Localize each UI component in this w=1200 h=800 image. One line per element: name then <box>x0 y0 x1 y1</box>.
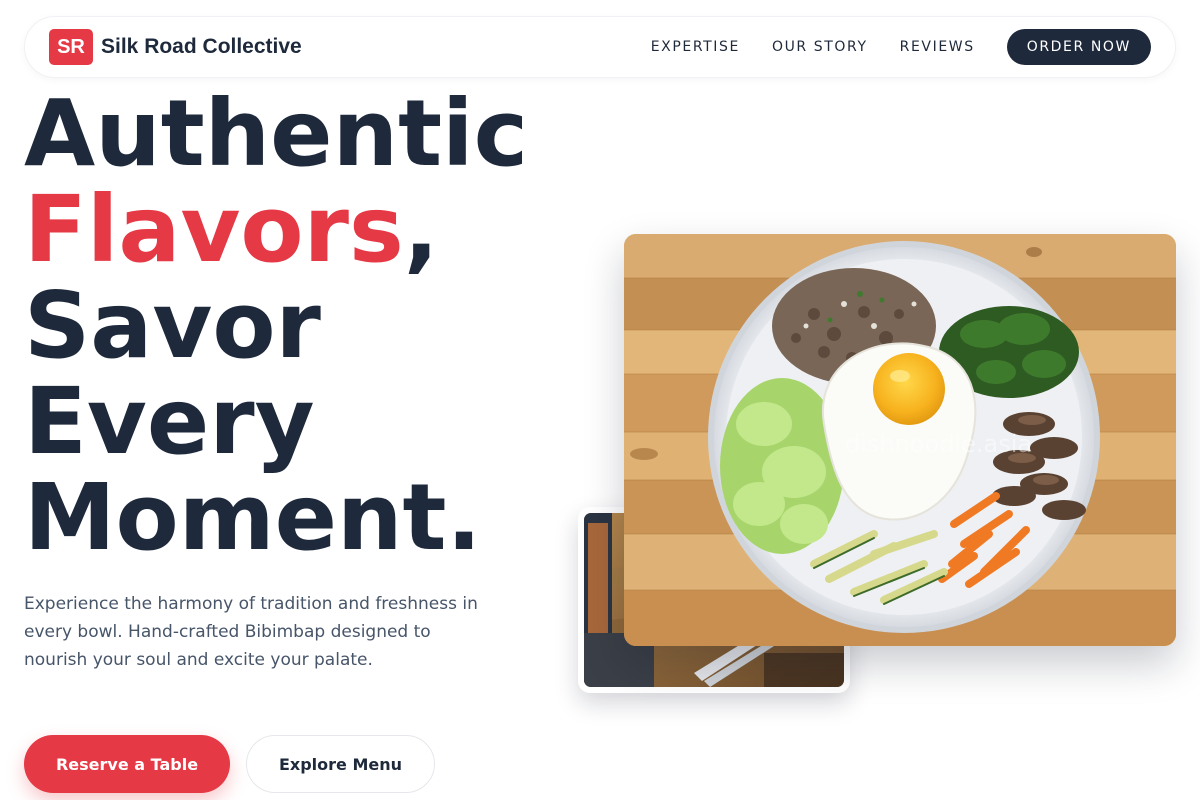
brand[interactable]: SR Silk Road Collective <box>49 29 302 65</box>
explore-menu-button[interactable]: Explore Menu <box>246 735 435 793</box>
headline-accent-word: Flavors <box>24 176 404 283</box>
headline-comma: , <box>403 176 439 283</box>
nav-links: EXPERTISE OUR STORY REVIEWS ORDER NOW <box>651 29 1151 65</box>
bibimbap-illustration <box>624 234 1176 646</box>
hero-headline: Authentic Flavors, Savor Every Moment. <box>24 86 584 566</box>
order-now-button[interactable]: ORDER NOW <box>1006 29 1151 65</box>
headline-line-1: Authentic <box>24 80 529 187</box>
hero-description: Experience the harmony of tradition and … <box>24 594 478 670</box>
bibimbap-photo <box>624 234 1176 646</box>
headline-line-4: Every <box>24 368 315 475</box>
nav-link-reviews[interactable]: REVIEWS <box>900 39 975 55</box>
headline-line-5: Moment. <box>24 464 482 571</box>
nav-link-our-story[interactable]: OUR STORY <box>772 39 868 55</box>
brand-name[interactable]: Silk Road Collective <box>101 35 302 59</box>
nav-link-expertise[interactable]: EXPERTISE <box>651 39 740 55</box>
reserve-table-button[interactable]: Reserve a Table <box>24 735 230 793</box>
brand-logo[interactable]: SR <box>49 29 93 65</box>
headline-line-3: Savor <box>24 272 321 379</box>
top-navigation: SR Silk Road Collective EXPERTISE OUR ST… <box>24 16 1176 78</box>
